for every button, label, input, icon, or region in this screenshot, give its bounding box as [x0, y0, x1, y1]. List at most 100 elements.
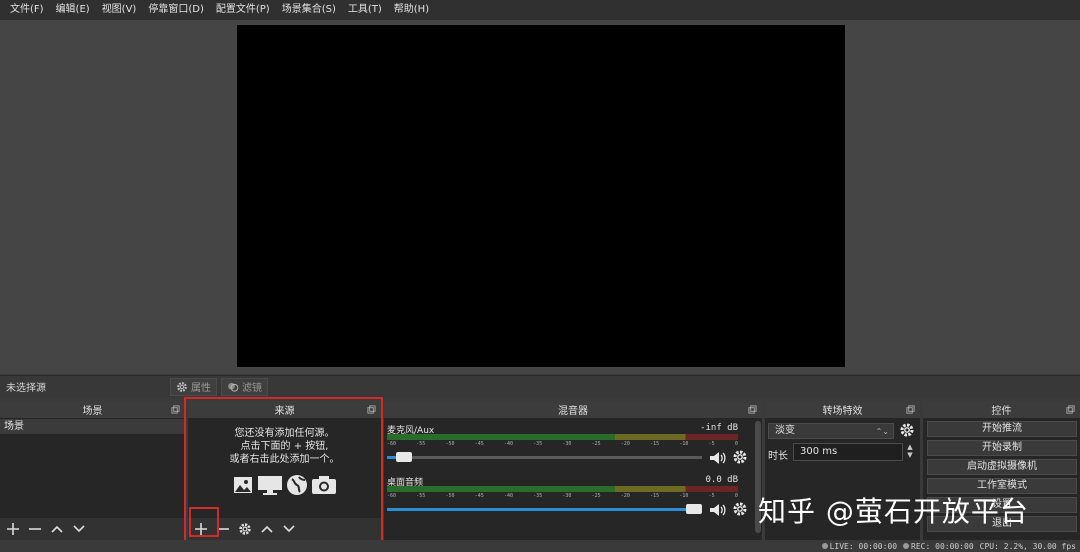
- duration-field[interactable]: 300 ms: [793, 443, 903, 461]
- speaker-icon[interactable]: [708, 501, 726, 519]
- meter-tick-label: -45: [474, 441, 484, 447]
- list-item[interactable]: 场景: [0, 419, 185, 434]
- exit-button[interactable]: 退出: [927, 516, 1077, 532]
- filters-button[interactable]: 滤镜: [221, 377, 268, 396]
- float-icon[interactable]: [367, 405, 376, 414]
- meter-tick-label: -40: [503, 493, 513, 499]
- move-scene-down-button[interactable]: [70, 520, 88, 538]
- empty-line: 或者右击此处添加一个。: [229, 454, 340, 465]
- menu-profile[interactable]: 配置文件(P): [210, 0, 276, 20]
- volume-slider[interactable]: [387, 452, 702, 462]
- studio-mode-button[interactable]: 工作室模式: [927, 478, 1077, 494]
- transitions-title: 转场特效: [822, 406, 863, 417]
- duration-label: 时长: [768, 451, 788, 462]
- channel-db: -inf dB: [700, 423, 738, 433]
- start-streaming-button[interactable]: 开始推流: [927, 421, 1077, 437]
- duration-stepper[interactable]: ▲ ▼: [904, 443, 916, 461]
- plus-icon: [195, 523, 207, 535]
- meter-ticks: -60 -55 -50 -45 -40 -35 -30 -25 -20 -15 -10 -5 0: [387, 493, 738, 503]
- mixer-scrollbar[interactable]: [755, 421, 761, 533]
- settings-button[interactable]: 设置: [927, 497, 1077, 513]
- status-bar: LIVE: 00:00:00 REC: 00:00:00 CPU: 2.2%, …: [0, 540, 1080, 552]
- volume-slider-handle[interactable]: [395, 452, 412, 462]
- rec-time: REC: 00:00:00: [911, 541, 974, 551]
- add-source-button[interactable]: [192, 520, 210, 538]
- remove-scene-button[interactable]: [26, 520, 44, 538]
- chevron-up-icon: [261, 525, 273, 533]
- float-icon[interactable]: [906, 405, 915, 414]
- move-source-down-button[interactable]: [280, 520, 298, 538]
- menu-scene-collection[interactable]: 场景集合(S): [276, 0, 342, 20]
- start-recording-button[interactable]: 开始录制: [927, 440, 1077, 456]
- sources-header: 来源: [188, 401, 381, 419]
- menu-file[interactable]: 文件(F): [4, 0, 50, 20]
- meter-tick-label: -15: [650, 493, 660, 499]
- move-scene-up-button[interactable]: [48, 520, 66, 538]
- controls-body: 开始推流 开始录制 启动虚拟摄像机 工作室模式 设置 退出: [923, 419, 1080, 540]
- source-properties-button[interactable]: [236, 520, 254, 538]
- mixer-channel-desktop: 桌面音频 0.0 dB -60 -55 -50 -45 -40 -35 -30 -25 -20-…: [384, 473, 754, 529]
- menu-docks[interactable]: 停靠窗口(D): [142, 0, 210, 20]
- meter-tick-label: -55: [416, 441, 426, 447]
- meter-tick-label: -50: [445, 441, 455, 447]
- meter-tick-label: -15: [650, 441, 660, 447]
- meter-tick-label: -30: [562, 493, 572, 499]
- meter-tick-label: -35: [533, 441, 543, 447]
- cpu-status: CPU: 2.2%, 30.00 fps: [979, 541, 1076, 551]
- gear-icon[interactable]: [732, 501, 748, 517]
- sources-list[interactable]: 您还没有添加任何源。 点击下面的 + 按钮, 或者右击此处添加一个。: [188, 419, 381, 540]
- preview-canvas[interactable]: [237, 25, 845, 367]
- scenes-dock: 场景 场景: [0, 401, 185, 540]
- float-icon[interactable]: [748, 405, 757, 414]
- move-source-up-button[interactable]: [258, 520, 276, 538]
- monitor-icon: [258, 476, 282, 495]
- chevron-down-icon: [283, 525, 295, 533]
- empty-line: 点击下面的 + 按钮,: [240, 441, 329, 452]
- volume-slider[interactable]: [387, 504, 702, 514]
- filter-icon: [228, 382, 239, 392]
- menu-view[interactable]: 视图(V): [96, 0, 143, 20]
- meter-tick-label: -20: [620, 441, 630, 447]
- sources-title: 来源: [274, 406, 295, 417]
- float-icon[interactable]: [171, 405, 180, 414]
- meter-tick-label: -55: [416, 493, 426, 499]
- sources-toolbar: [188, 518, 381, 540]
- remove-source-button[interactable]: [214, 520, 232, 538]
- meter-tick-label: -20: [620, 493, 630, 499]
- menu-edit[interactable]: 编辑(E): [50, 0, 96, 20]
- chevron-updown-icon: ⌃⌄: [875, 427, 889, 436]
- mixer-channel-mic: 麦克风/Aux -inf dB -60 -55 -50 -45 -40 -35 -30 -25…: [384, 421, 754, 477]
- float-icon[interactable]: [1066, 405, 1075, 414]
- speaker-icon[interactable]: [708, 449, 726, 467]
- meter-tick-label: -10: [679, 493, 689, 499]
- start-virtual-camera-button[interactable]: 启动虚拟摄像机: [927, 459, 1077, 475]
- volume-slider-handle[interactable]: [686, 504, 702, 514]
- empty-line: 您还没有添加任何源。: [234, 428, 335, 439]
- transition-select[interactable]: 淡变 ⌃⌄: [768, 423, 894, 439]
- volume-meter: [387, 486, 738, 492]
- volume-slider-fill: [387, 508, 702, 511]
- scenes-list[interactable]: 场景: [0, 419, 185, 540]
- controls-header: 控件: [923, 401, 1080, 419]
- volume-meter: [387, 434, 738, 440]
- mixer-title: 混音器: [558, 406, 588, 417]
- live-time: LIVE: 00:00:00: [829, 541, 898, 551]
- mixer-body: 麦克风/Aux -inf dB -60 -55 -50 -45 -40 -35 -30 -25…: [384, 419, 762, 540]
- sources-dock: 来源 您还没有添加任何源。 点击下面的 + 按钮, 或者右击此处添加一个。: [188, 401, 381, 540]
- minus-icon: [29, 528, 41, 530]
- meter-tick-label: -60: [387, 441, 397, 447]
- meter-tick-label: -50: [445, 493, 455, 499]
- channel-db: 0.0 dB: [705, 475, 738, 485]
- menu-tools[interactable]: 工具(T): [342, 0, 388, 20]
- controls-dock: 控件 开始推流 开始录制 启动虚拟摄像机 工作室模式 设置 退出: [923, 401, 1080, 540]
- gear-icon[interactable]: [899, 422, 915, 438]
- gear-icon[interactable]: [732, 449, 748, 465]
- meter-tick-label: -60: [387, 493, 397, 499]
- gear-icon: [177, 381, 187, 392]
- meter-tick-label: -25: [591, 493, 601, 499]
- add-scene-button[interactable]: [4, 520, 22, 538]
- minus-icon: [217, 528, 229, 530]
- properties-button[interactable]: 属性: [170, 377, 217, 396]
- meter-tick-label: -35: [533, 493, 543, 499]
- menu-help[interactable]: 帮助(H): [388, 0, 435, 20]
